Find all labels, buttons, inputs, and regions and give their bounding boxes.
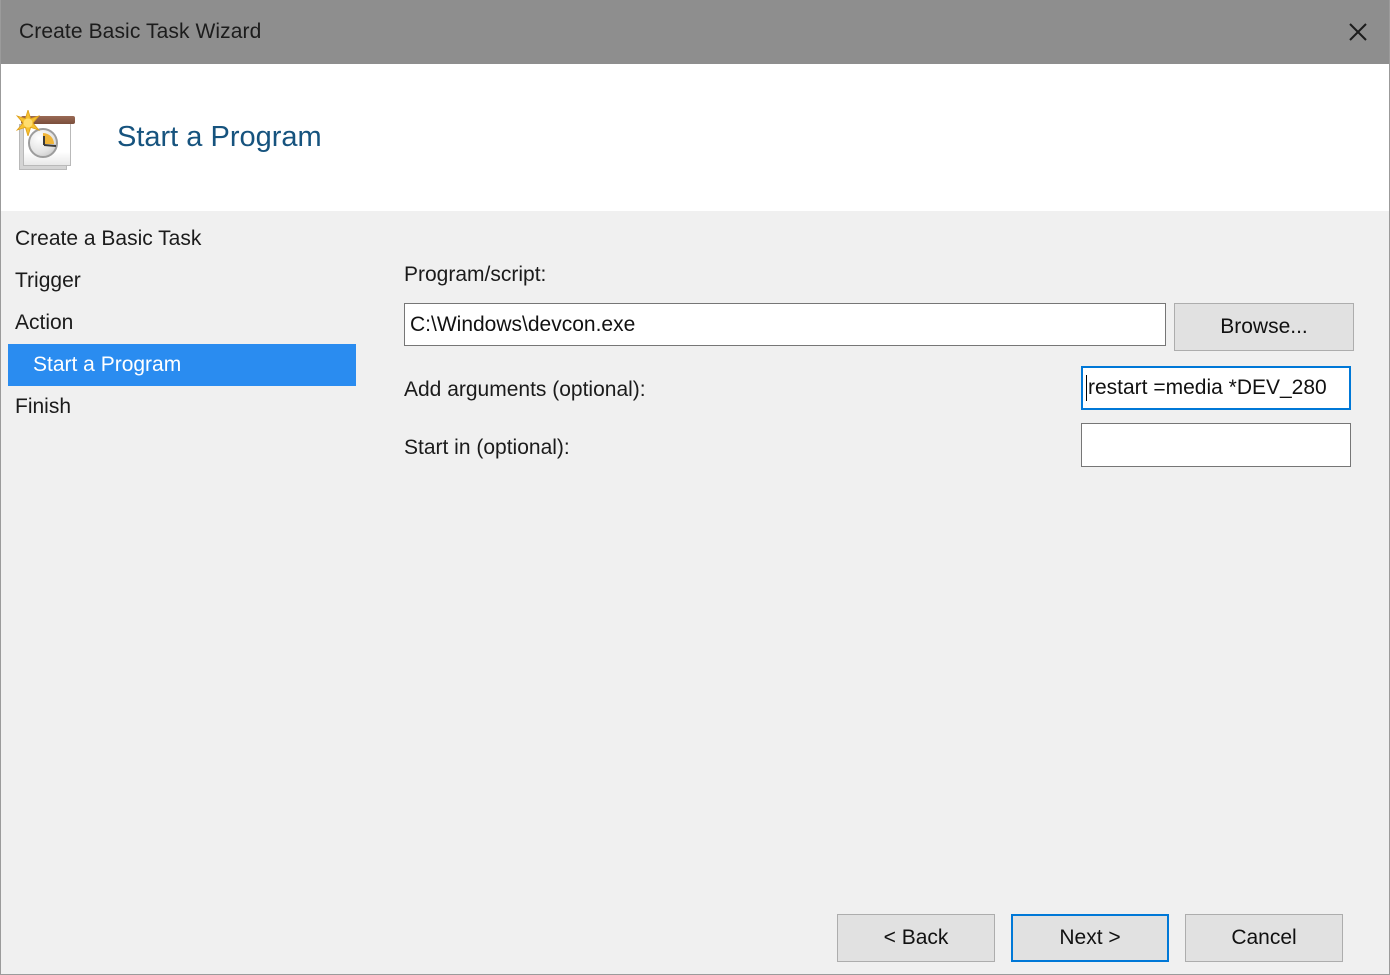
wizard-body: Create a Basic Task Trigger Action Start… [1, 211, 1389, 974]
wizard-button-bar: < Back Next > Cancel [837, 914, 1343, 962]
program-script-value: C:\Windows\devcon.exe [410, 313, 635, 337]
close-icon [1345, 19, 1371, 45]
step-label: Start a Program [33, 353, 181, 377]
browse-button-label: Browse... [1220, 315, 1308, 339]
cancel-button[interactable]: Cancel [1185, 914, 1343, 962]
wizard-task-clock-icon [15, 108, 77, 170]
step-label: Create a Basic Task [15, 227, 201, 251]
add-arguments-value: restart =media *DEV_280 [1088, 376, 1327, 400]
wizard-step-list: Create a Basic Task Trigger Action Start… [1, 211, 396, 974]
browse-button[interactable]: Browse... [1174, 303, 1354, 351]
start-in-label: Start in (optional): [404, 436, 570, 460]
next-button-label: Next > [1059, 926, 1120, 950]
back-button[interactable]: < Back [837, 914, 995, 962]
close-button[interactable] [1327, 0, 1389, 64]
text-caret [1086, 375, 1087, 401]
next-button[interactable]: Next > [1011, 914, 1169, 962]
sidebar-item-finish[interactable]: Finish [1, 386, 396, 428]
cancel-button-label: Cancel [1231, 926, 1296, 950]
page-title: Start a Program [117, 121, 322, 154]
program-script-input[interactable]: C:\Windows\devcon.exe [404, 303, 1166, 346]
create-basic-task-wizard-window: Create Basic Task Wizard Start a Program [0, 0, 1390, 975]
back-button-label: < Back [884, 926, 949, 950]
program-script-label: Program/script: [404, 263, 546, 287]
sidebar-item-action[interactable]: Action [1, 302, 396, 344]
step-label: Finish [15, 395, 71, 419]
sparkle-star-icon [15, 110, 41, 136]
sidebar-item-create-a-basic-task[interactable]: Create a Basic Task [1, 218, 396, 260]
step-label: Trigger [15, 269, 81, 293]
step-label: Action [15, 311, 73, 335]
wizard-header: Start a Program [1, 64, 1389, 211]
window-title: Create Basic Task Wizard [1, 20, 261, 44]
title-bar: Create Basic Task Wizard [1, 0, 1389, 64]
add-arguments-label: Add arguments (optional): [404, 378, 646, 402]
start-a-program-form: Program/script: C:\Windows\devcon.exe Br… [396, 211, 1389, 974]
add-arguments-input[interactable]: restart =media *DEV_280 [1081, 366, 1351, 410]
sidebar-item-start-a-program[interactable]: Start a Program [8, 344, 356, 386]
sidebar-item-trigger[interactable]: Trigger [1, 260, 396, 302]
start-in-input[interactable] [1081, 423, 1351, 467]
